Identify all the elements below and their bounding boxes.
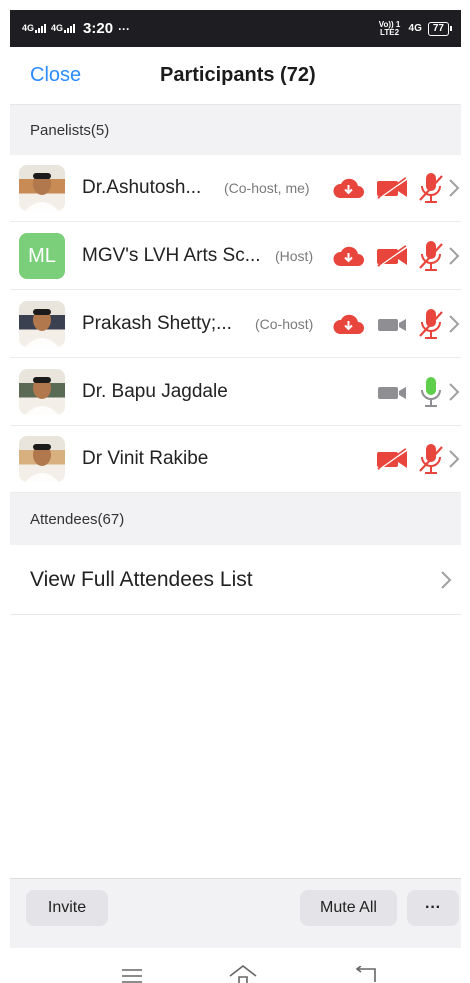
volte-indicator: Vo)) 1 LTE2 — [378, 19, 401, 37]
status-right: Vo)) 1 LTE2 4G 77 — [377, 19, 453, 37]
video-icon — [378, 319, 406, 331]
panelist-row[interactable]: Prakash Shetty;... (Co-host) — [10, 291, 461, 358]
video-off-icon — [377, 245, 409, 267]
status-more-icon: ··· — [118, 21, 131, 36]
system-nav-bar — [10, 948, 461, 983]
invite-button[interactable]: Invite — [26, 890, 108, 926]
panelist-row[interactable]: Dr.Ashutosh... (Co-host, me) — [10, 155, 461, 222]
participant-name: Dr.Ashutosh... — [82, 177, 202, 198]
participant-role: (Co-host, me) — [224, 180, 310, 196]
signal-1-icon: 4G — [22, 23, 47, 33]
close-button[interactable]: Close — [30, 64, 81, 87]
avatar — [19, 369, 65, 415]
page-title: Participants (72) — [160, 64, 316, 86]
panelist-row[interactable]: Dr. Bapu Jagdale — [10, 359, 461, 426]
participant-role: (Co-host) — [255, 316, 314, 332]
chevron-right-icon — [449, 383, 460, 401]
chevron-right-icon — [449, 450, 460, 468]
mic-off-icon — [419, 173, 443, 203]
mute-all-button[interactable]: Mute All — [300, 890, 397, 926]
network-type-2: 4G — [51, 23, 64, 33]
video-icon — [378, 387, 406, 399]
chevron-right-icon — [449, 315, 460, 333]
mic-off-icon — [419, 241, 443, 271]
menu-icon[interactable] — [120, 968, 144, 983]
mic-off-icon — [419, 309, 443, 339]
status-bar: 4G 4G 3:20 ··· Vo)) 1 LTE2 4G 77 — [10, 10, 461, 47]
video-off-icon — [377, 177, 409, 199]
status-left: 4G 4G 3:20 ··· — [22, 20, 130, 37]
cloud-recording-icon — [333, 246, 364, 266]
participant-name: MGV's LVH Arts Sc... — [82, 245, 261, 266]
chevron-right-icon — [449, 247, 460, 265]
network-type-1: 4G — [22, 23, 35, 33]
avatar — [19, 436, 65, 482]
attendees-label: Attendees(67) — [30, 510, 125, 528]
avatar: ML — [19, 233, 65, 279]
panelists-label: Panelists(5) — [30, 121, 110, 139]
battery-level: 77 — [432, 22, 444, 34]
attendees-section-header: Attendees(67) — [10, 493, 461, 545]
avatar-initials: ML — [28, 244, 56, 267]
battery-icon: 77 — [427, 21, 453, 36]
panelist-row[interactable]: ML MGV's LVH Arts Sc... (Host) — [10, 223, 461, 290]
screen: 4G 4G 3:20 ··· Vo)) 1 LTE2 4G 77 Close P… — [0, 0, 470, 983]
participant-name: Prakash Shetty;... — [82, 313, 232, 334]
status-time: 3:20 — [83, 20, 114, 37]
chevron-right-icon — [441, 570, 452, 589]
cloud-recording-icon — [333, 178, 364, 198]
panelist-row[interactable]: Dr Vinit Rakibe — [10, 426, 461, 493]
cloud-recording-icon — [333, 314, 364, 334]
participant-role: (Host) — [275, 248, 314, 264]
bottom-toolbar: Invite Mute All ··· — [10, 878, 461, 948]
chevron-right-icon — [449, 179, 460, 197]
participant-name: Dr Vinit Rakibe — [82, 448, 209, 469]
panelists-section-header: Panelists(5) — [10, 105, 461, 155]
participant-name: Dr. Bapu Jagdale — [82, 381, 228, 402]
back-icon[interactable] — [353, 966, 379, 983]
more-options-button[interactable]: ··· — [407, 890, 459, 926]
network-right: 4G — [408, 23, 422, 34]
video-off-icon — [377, 448, 409, 470]
avatar — [19, 301, 65, 347]
mic-off-icon — [419, 444, 443, 474]
view-full-attendees-label: View Full Attendees List — [30, 567, 253, 591]
avatar — [19, 165, 65, 211]
view-full-attendees-row[interactable]: View Full Attendees List — [10, 545, 461, 615]
signal-2-icon: 4G — [51, 23, 76, 33]
header: Close Participants (72) — [10, 47, 461, 105]
home-icon[interactable] — [228, 964, 258, 983]
mic-icon — [421, 377, 441, 407]
